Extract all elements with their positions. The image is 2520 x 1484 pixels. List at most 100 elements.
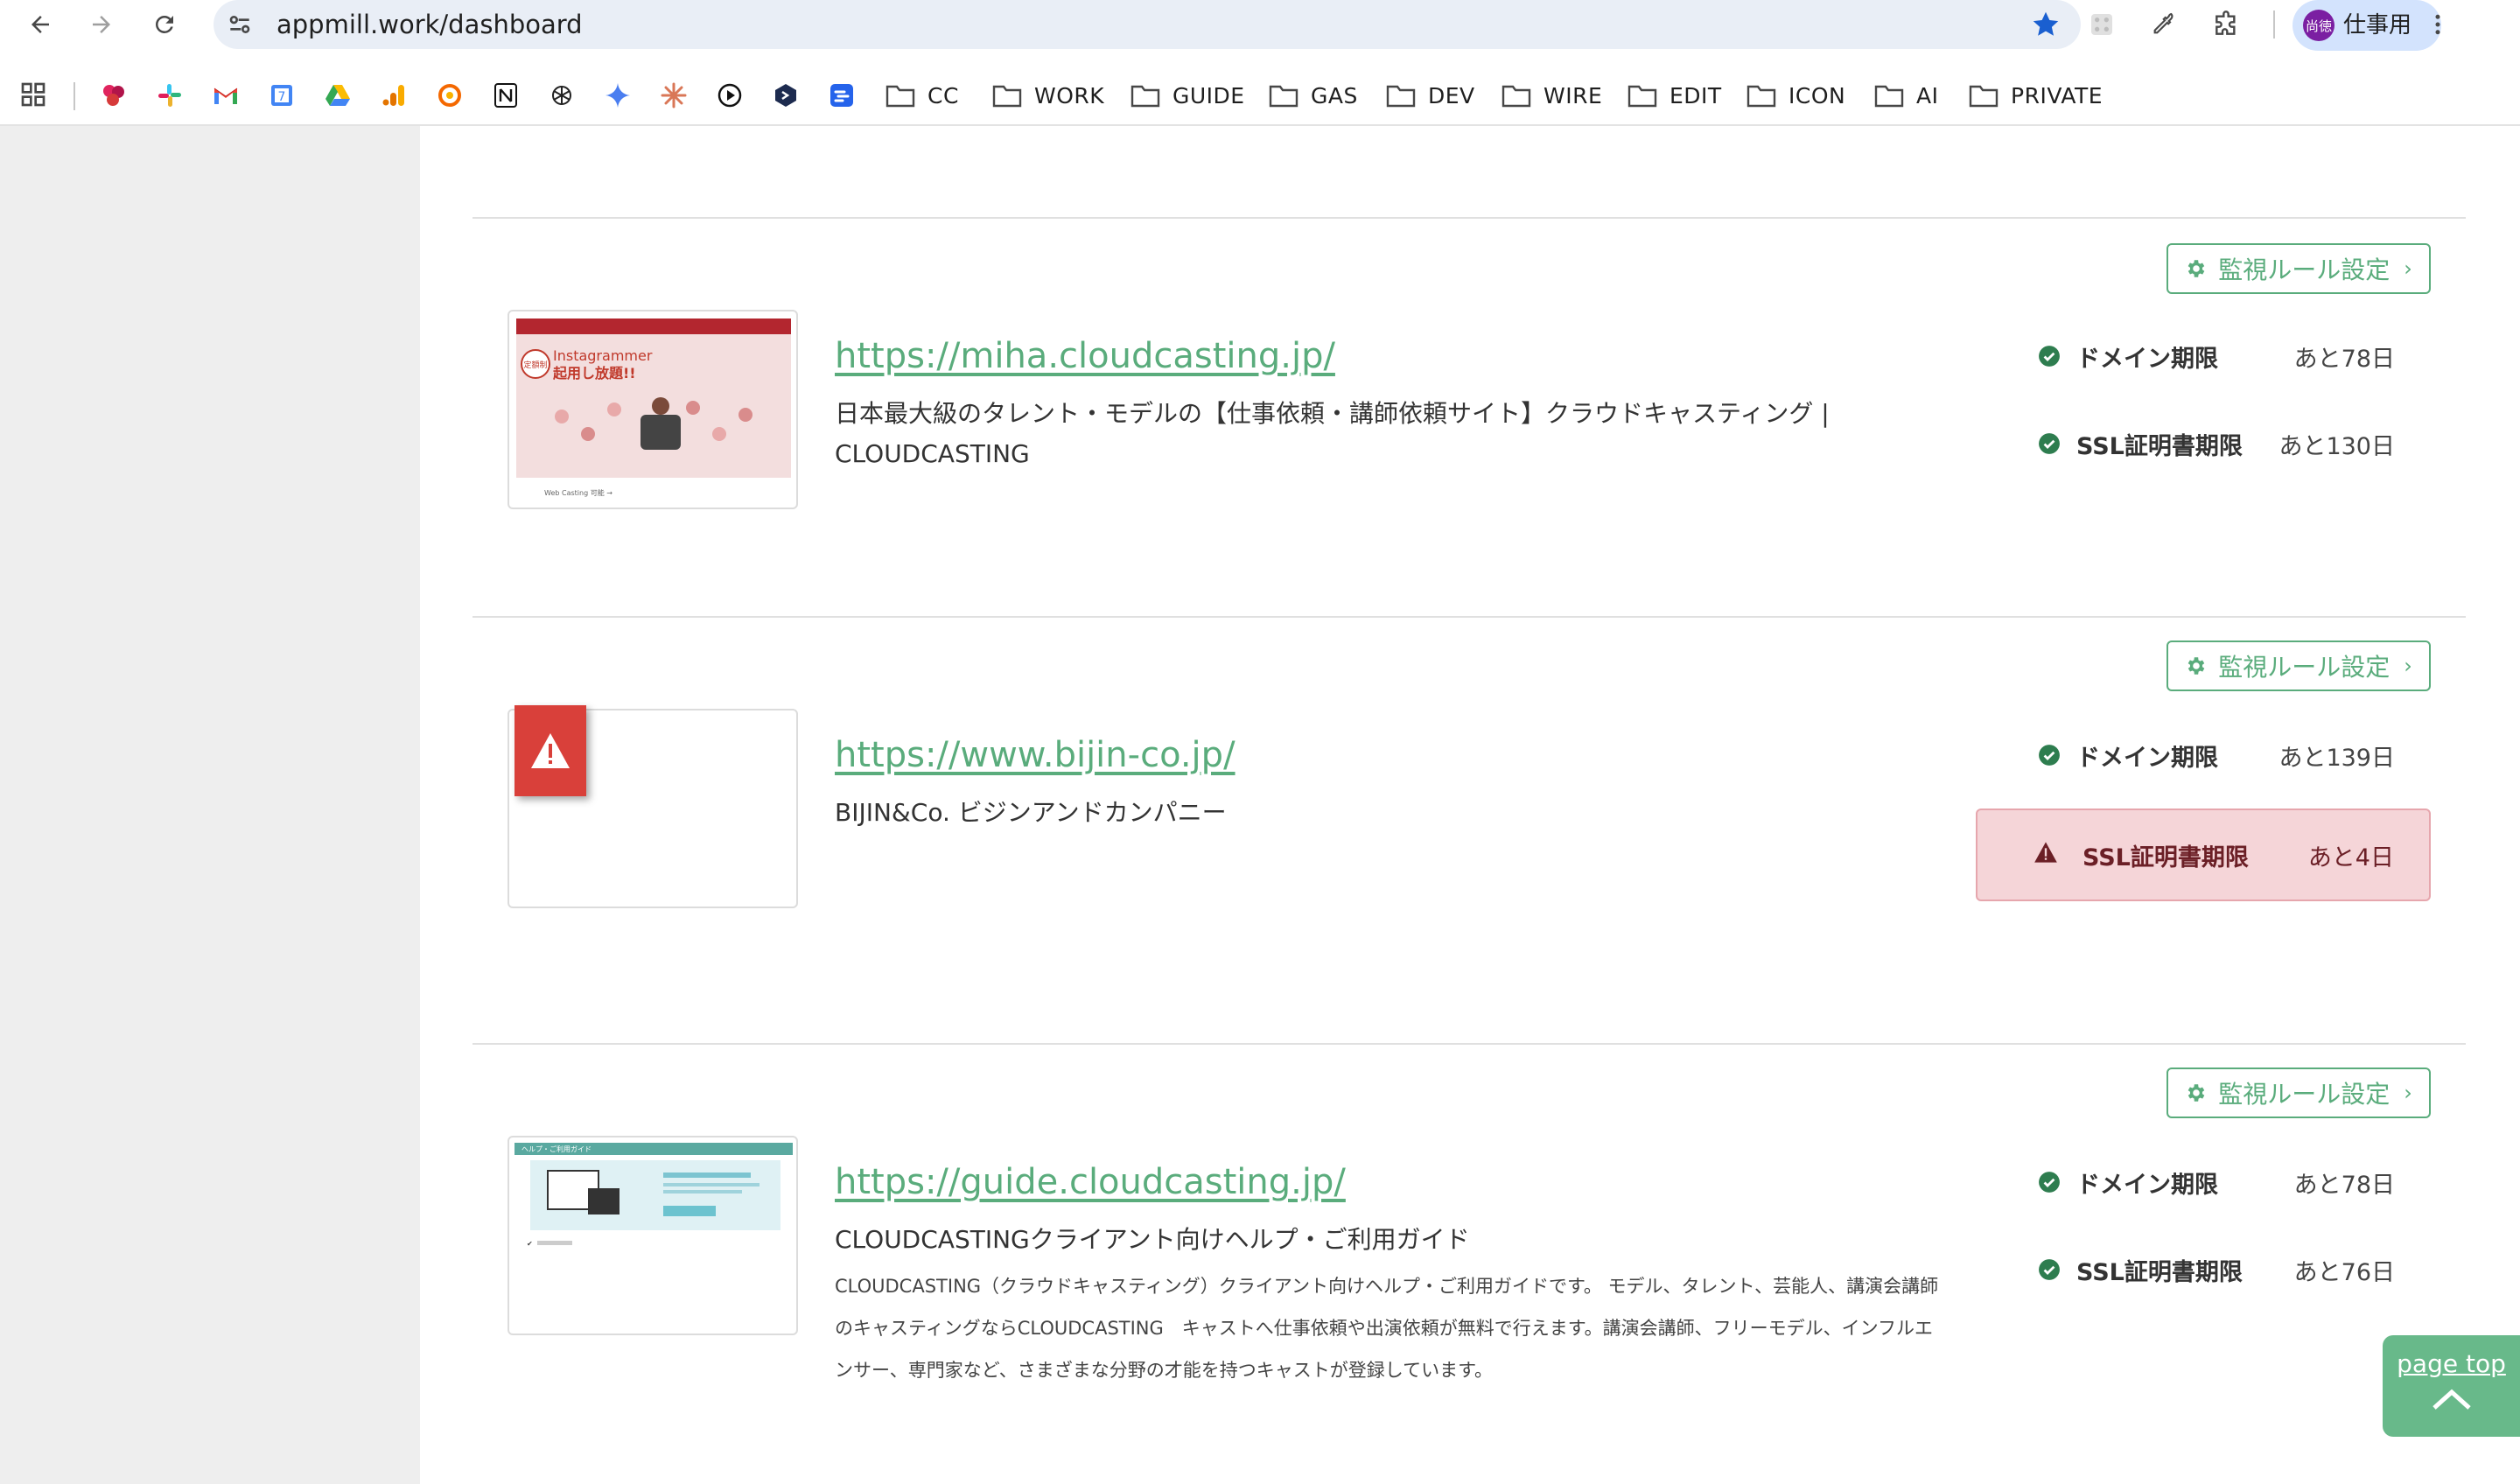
google-drive-icon[interactable]: [324, 81, 352, 109]
apps-grid-icon[interactable]: [19, 80, 47, 112]
chevron-right-icon: ›: [2404, 654, 2412, 678]
site-card: 監視ルール設定 › 定額制 Instagrammer 起用し放題!! Web C…: [472, 219, 2466, 616]
status-value: あと76日: [2293, 1258, 2395, 1286]
status-label: ドメイン期限: [2076, 345, 2218, 373]
site-card: 監視ルール設定 › https://www.bijin-co.jp/ BIJIN…: [472, 618, 2466, 1043]
thumb-caption: Web Casting 可能 →: [544, 488, 612, 497]
claude-icon[interactable]: [660, 81, 688, 109]
warning-triangle-icon: [531, 733, 570, 768]
bookmarks-divider: [74, 82, 75, 110]
address-bar[interactable]: appmill.work/dashboard: [214, 0, 2081, 49]
bookmark-folder-label: GUIDE: [1172, 82, 1245, 108]
site-thumbnail: ヘルプ・ご利用ガイド ✔: [508, 1136, 798, 1335]
chevron-up-icon: [2432, 1389, 2471, 1410]
bookmark-folder-gas[interactable]: GAS: [1269, 72, 1358, 119]
bookmark-folder-guide[interactable]: GUIDE: [1130, 72, 1245, 119]
check-circle-icon: [2034, 432, 2076, 455]
status-label: SSL証明書期限: [2076, 432, 2243, 460]
left-sidebar: [0, 126, 420, 1484]
play-circle-icon[interactable]: [716, 81, 744, 109]
bookmark-folder-ai[interactable]: AI: [1874, 72, 1938, 119]
back-button[interactable]: [21, 5, 60, 44]
status-value: あと130日: [2278, 432, 2395, 460]
page-top-button[interactable]: page top: [2383, 1335, 2520, 1437]
analytics-icon[interactable]: [380, 81, 408, 109]
profile-chip[interactable]: 尚徳 仕事用: [2292, 0, 2441, 51]
bookmark-folder-icon[interactable]: ICON: [1746, 72, 1845, 119]
site-url-link[interactable]: https://www.bijin-co.jp/: [835, 735, 1236, 775]
multicolor-app-icon[interactable]: [100, 81, 128, 109]
check-circle-icon: [2034, 345, 2076, 368]
forward-button[interactable]: [82, 5, 121, 44]
svg-text:✔: ✔: [527, 1240, 533, 1248]
thumb-subheadline: 起用し放題!!: [552, 365, 636, 382]
eyedropper-icon[interactable]: [2146, 7, 2180, 42]
site-title: BIJIN&Co. ビジンアンドカンパニー: [835, 798, 1227, 827]
bookmark-folder-label: CC: [928, 82, 959, 108]
toolbar-divider: [2273, 10, 2275, 38]
domain-status-row: ドメイン期限 あと139日: [2034, 729, 2395, 781]
check-circle-icon: [2034, 1171, 2076, 1194]
site-thumbnail: [508, 705, 798, 908]
site-description: CLOUDCASTING（クラウドキャスティング）クライアント向けヘルプ・ご利用…: [835, 1276, 1939, 1381]
browser-menu-button[interactable]: [2420, 7, 2455, 42]
extensions-puzzle-icon[interactable]: [2208, 7, 2244, 42]
status-label: ドメイン期限: [2076, 1171, 2218, 1199]
bookmark-folder-label: WIRE: [1544, 82, 1603, 108]
bookmark-folder-label: GAS: [1311, 82, 1358, 108]
site-url-link[interactable]: https://miha.cloudcasting.jp/: [835, 336, 1335, 376]
gear-icon: [2188, 1084, 2205, 1102]
svg-text:7: 7: [278, 90, 286, 104]
bookmark-star-icon[interactable]: [2030, 9, 2062, 44]
gmail-icon[interactable]: [212, 81, 240, 109]
bookmark-folder-label: AI: [1916, 82, 1939, 108]
reload-button[interactable]: [145, 5, 184, 44]
domain-status-row: ドメイン期限 あと78日: [2034, 1156, 2395, 1208]
check-circle-icon: [2034, 744, 2076, 766]
folder-icon: [992, 85, 1022, 108]
site-card: 監視ルール設定 › ヘルプ・ご利用ガイド ✔ https://guide.clo…: [472, 1045, 2466, 1484]
site-url-link[interactable]: https://guide.cloudcasting.jp/: [835, 1162, 1346, 1202]
profile-label: 仕事用: [2343, 12, 2412, 38]
site-title: CLOUDCASTINGクライアント向けヘルプ・ご利用ガイド: [835, 1225, 1470, 1254]
bookmark-folder-label: WORK: [1034, 82, 1105, 108]
grafana-icon[interactable]: [436, 81, 464, 109]
folder-icon: [1874, 85, 1904, 108]
monitor-rule-label: 監視ルール設定: [2218, 1080, 2390, 1109]
openai-icon[interactable]: [548, 81, 576, 109]
status-value: あと78日: [2293, 345, 2395, 373]
folder-icon: [1130, 85, 1160, 108]
bookmark-folder-cc[interactable]: CC: [886, 72, 959, 119]
bookmark-folder-private[interactable]: PRIVATE: [1969, 72, 2103, 119]
url-text[interactable]: appmill.work/dashboard: [276, 0, 583, 49]
folder-icon: [1502, 85, 1531, 108]
bookmarks-bar: 7 CC WORK GUIDE GAS DEV WIRE EDIT ICON A…: [0, 72, 2520, 119]
bookmark-folder-wire[interactable]: WIRE: [1502, 72, 1602, 119]
monitor-rule-button[interactable]: 監視ルール設定 ›: [2166, 640, 2431, 691]
chevron-right-icon: ›: [2404, 256, 2412, 281]
bookmark-folder-edit[interactable]: EDIT: [1628, 72, 1722, 119]
site-title: 日本最大級のタレント・モデルの【仕事依頼・講師依頼サイト】クラウドキャスティング…: [835, 399, 1830, 468]
notion-icon[interactable]: [492, 81, 520, 109]
cube-icon[interactable]: [772, 81, 800, 109]
avatar: 尚徳: [2303, 10, 2334, 41]
thumbnail-error-badge: [514, 705, 586, 796]
site-settings-icon[interactable]: [226, 10, 254, 42]
calendar-icon[interactable]: 7: [268, 81, 296, 109]
bookmark-folder-dev[interactable]: DEV: [1386, 72, 1475, 119]
monitor-rule-button[interactable]: 監視ルール設定 ›: [2166, 243, 2431, 294]
ssl-status-alert: SSL証明書期限 あと4日: [1976, 808, 2431, 901]
slack-icon[interactable]: [156, 81, 184, 109]
extension-grid-icon[interactable]: [2084, 7, 2119, 42]
ssl-status-row: SSL証明書期限 あと76日: [2034, 1243, 2395, 1296]
chart-app-icon[interactable]: [828, 81, 856, 109]
bookmark-folder-label: ICON: [1788, 82, 1846, 108]
status-label: SSL証明書期限: [2082, 844, 2249, 872]
folder-icon: [1628, 85, 1657, 108]
gear-icon: [2188, 657, 2205, 675]
browser-toolbar: appmill.work/dashboard 尚徳 仕事用: [0, 0, 2520, 51]
monitor-rule-button[interactable]: 監視ルール設定 ›: [2166, 1068, 2431, 1118]
gemini-icon[interactable]: [604, 81, 632, 109]
site-thumbnail: 定額制 Instagrammer 起用し放題!! Web Casting 可能 …: [508, 310, 798, 509]
bookmark-folder-work[interactable]: WORK: [992, 72, 1104, 119]
